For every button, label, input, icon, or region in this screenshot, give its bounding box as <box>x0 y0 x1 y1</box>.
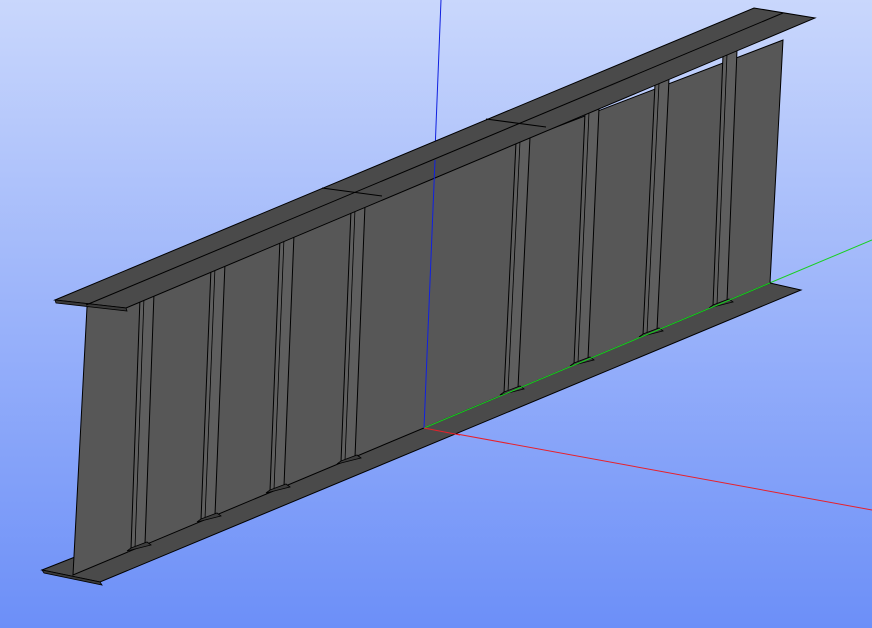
3d-viewport[interactable] <box>0 0 872 628</box>
scene-canvas[interactable] <box>0 0 872 628</box>
